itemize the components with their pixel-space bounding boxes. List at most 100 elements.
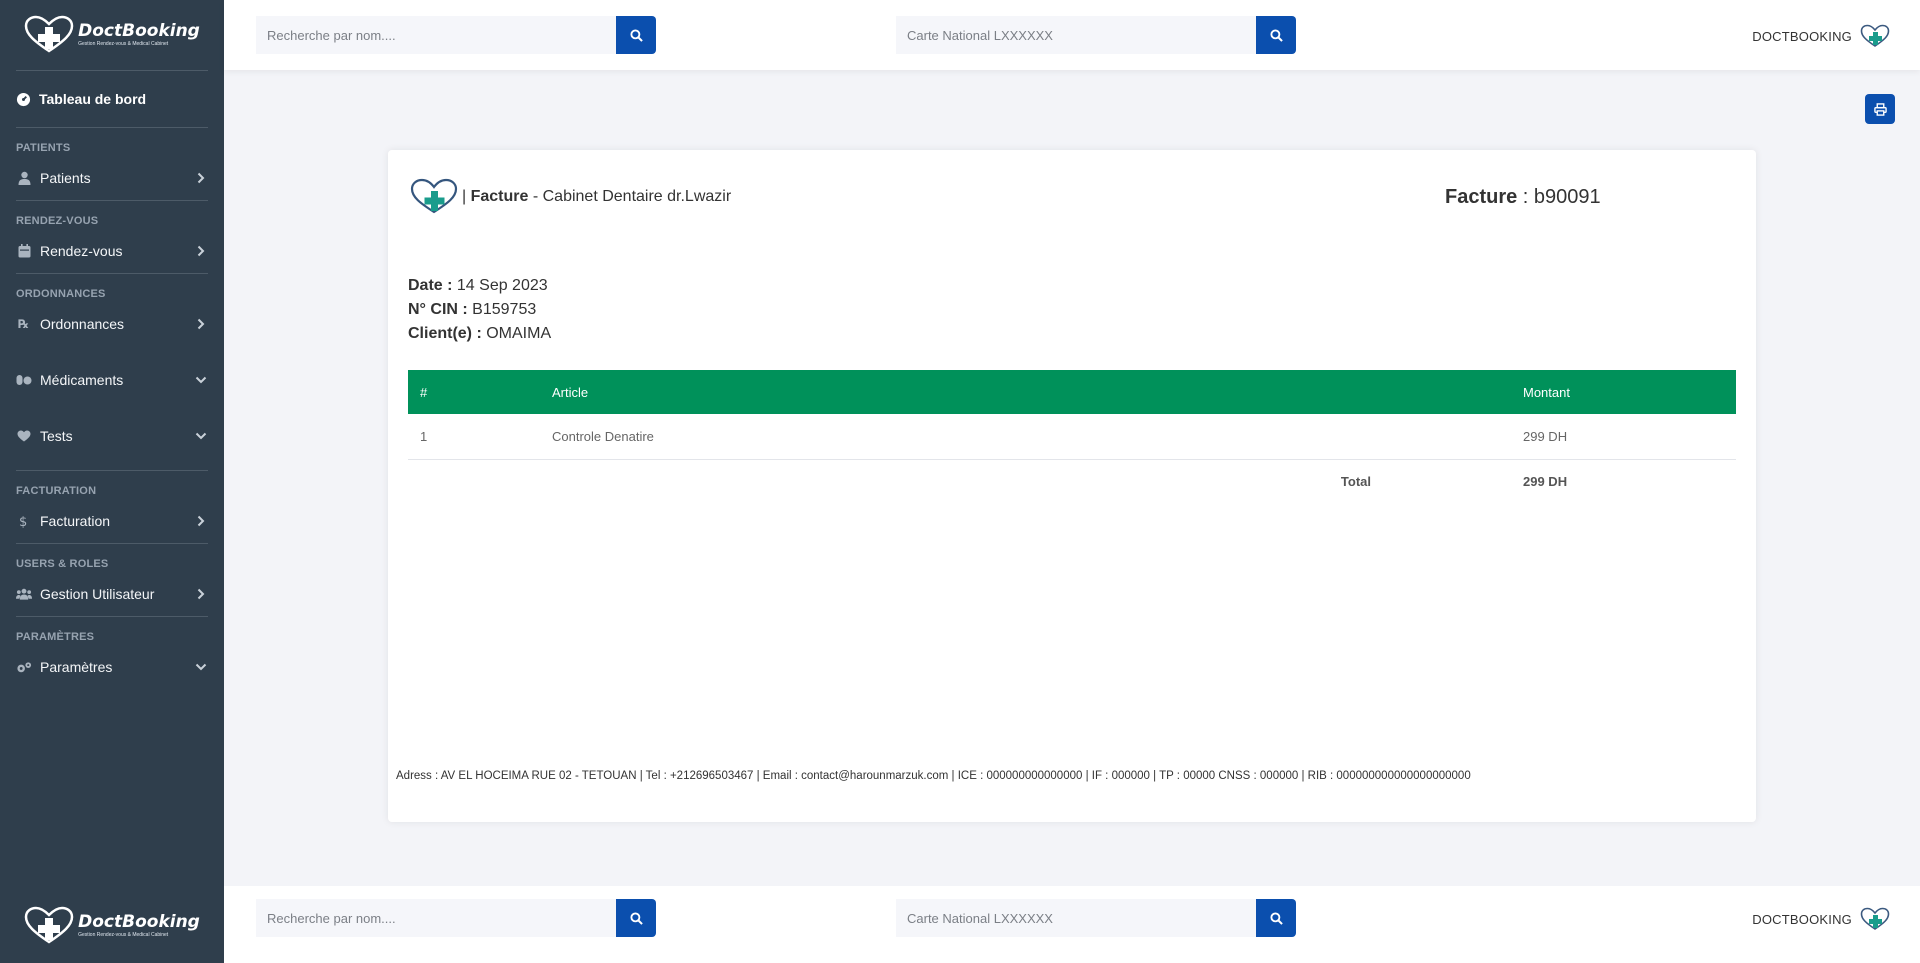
table-row: 1 Controle Denatire 299 DH [408, 414, 1736, 460]
chevron-right-icon [194, 587, 208, 601]
table-header-row: # Article Montant [408, 370, 1736, 414]
search-by-name [256, 16, 656, 54]
chevron-right-icon [194, 317, 208, 331]
calendar-icon [16, 244, 32, 258]
logo-text: DoctBooking [78, 21, 200, 41]
invoice-number: Facture : b90091 [1445, 186, 1601, 209]
search-cin-button[interactable] [1256, 16, 1296, 54]
col-header-num: # [408, 370, 540, 414]
gauge-icon [16, 92, 31, 106]
invoice-client-label: Client(e) : [408, 325, 482, 342]
sidebar-item-tests[interactable]: Tests [0, 414, 224, 458]
sidebar-item-label: Rendez-vous [40, 243, 123, 259]
sidebar-logo[interactable]: DoctBooking Gestion Rendez-vous & Medica… [0, 888, 224, 963]
sidebar-logo[interactable]: DoctBooking Gestion Rendez-vous & Medica… [0, 0, 224, 70]
pills-icon [16, 374, 32, 386]
heart-icon [16, 430, 32, 442]
invoice-cin: N° CIN : B159753 [408, 298, 551, 322]
search-name-button[interactable] [616, 16, 656, 54]
svg-text:℞: ℞ [18, 317, 29, 331]
sidebar-item-label: Gestion Utilisateur [40, 586, 155, 602]
sidebar-section-title: ORDONNANCES [16, 288, 106, 300]
invoice-date: Date : 14 Sep 2023 [408, 274, 551, 298]
brand-name: DOCTBOOKING [1752, 28, 1852, 44]
sidebar-item-label: Ordonnances [40, 316, 125, 332]
heart-plus-icon [1860, 907, 1890, 930]
print-icon [1873, 102, 1887, 116]
invoice-meta: Date : 14 Sep 2023 N° CIN : B159753 Clie… [408, 274, 551, 346]
sidebar-item-label: Tests [40, 428, 73, 444]
invoice-cin-label: N° CIN : [408, 301, 468, 318]
sidebar-item-ordonnances[interactable]: ℞ Ordonnances [0, 302, 224, 346]
search-name-button[interactable] [616, 899, 656, 937]
sidebar-item-medicaments[interactable]: Médicaments [0, 358, 224, 402]
table-total-row: Total 299 DH [408, 459, 1736, 504]
search-cin-button[interactable] [1256, 899, 1296, 937]
print-button[interactable] [1865, 94, 1895, 124]
sidebar-divider [16, 127, 208, 128]
search-cin-input[interactable] [896, 899, 1256, 937]
sidebar-item-dashboard[interactable]: Tableau de bord [0, 71, 224, 127]
total-value: 299 DH [1523, 474, 1568, 490]
cell-article: Controle Denatire [540, 414, 1511, 460]
invoice-number-value: : b90091 [1517, 186, 1601, 208]
brand-name: DOCTBOOKING [1752, 911, 1852, 927]
invoice-date-label: Date : [408, 277, 453, 294]
invoice-footer: Adress : AV EL HOCEIMA RUE 02 - TETOUAN … [396, 770, 1471, 782]
logo-tagline: Gestion Rendez-vous & Medical Cabinet [78, 931, 169, 938]
invoice-number-label: Facture [1445, 186, 1518, 208]
search-icon [629, 28, 643, 42]
dollar-icon: $ [16, 514, 32, 528]
col-header-article: Article [540, 370, 1511, 414]
invoice-card: | Facture - Cabinet Dentaire dr.Lwazir F… [388, 150, 1756, 822]
sidebar: DoctBooking Gestion Rendez-vous & Medica… [0, 0, 224, 963]
search-icon [1269, 911, 1283, 925]
sidebar-section-title: RENDEZ-VOUS [16, 215, 99, 227]
sidebar-section-title: PATIENTS [16, 142, 71, 154]
sidebar-item-label: Tableau de bord [39, 91, 147, 107]
sidebar-item-patients[interactable]: Patients [0, 156, 224, 200]
search-name-input[interactable] [256, 899, 616, 937]
heart-plus-logo-icon [24, 906, 74, 944]
cogs-icon [16, 661, 32, 674]
user-menu[interactable]: DOCTBOOKING [1752, 907, 1890, 931]
sidebar-divider [16, 616, 208, 617]
cell-montant: 299 DH [1511, 414, 1736, 460]
invoice-table: # Article Montant 1 Controle Denatire 29… [408, 370, 1736, 504]
search-by-cin [896, 16, 1296, 54]
sidebar-divider [16, 470, 208, 471]
heart-plus-icon [1860, 24, 1890, 47]
user-menu[interactable]: DOCTBOOKING [1752, 24, 1890, 48]
search-by-cin [896, 899, 1296, 937]
sidebar-item-gestion-utilisateur[interactable]: Gestion Utilisateur [0, 572, 224, 616]
invoice-client: Client(e) : OMAIMA [408, 322, 551, 346]
search-icon [1269, 28, 1283, 42]
sidebar-repeat: DoctBooking Gestion Rendez-vous & Medica… [0, 888, 224, 963]
sidebar-divider [16, 200, 208, 201]
topbar-repeat: DOCTBOOKING [224, 886, 1920, 963]
topbar: DOCTBOOKING [224, 0, 1920, 70]
chevron-down-icon [194, 660, 208, 674]
sidebar-divider [16, 543, 208, 544]
cell-num: 1 [408, 414, 540, 460]
sidebar-item-facturation[interactable]: $ Facturation [0, 499, 224, 543]
search-by-name [256, 899, 656, 937]
sidebar-section-title: PARAMÈTRES [16, 631, 95, 643]
user-icon [16, 171, 32, 185]
search-cin-input[interactable] [896, 16, 1256, 54]
total-label: Total [1340, 474, 1371, 490]
sidebar-divider [16, 273, 208, 274]
invoice-header-separator: | [462, 188, 471, 205]
cell-empty [408, 459, 540, 504]
sidebar-item-parametres[interactable]: Paramètres [0, 645, 224, 689]
chevron-right-icon [194, 171, 208, 185]
invoice-header: | Facture - Cabinet Dentaire dr.Lwazir [410, 178, 731, 216]
sidebar-item-label: Patients [40, 170, 91, 186]
logo-tagline: Gestion Rendez-vous & Medical Cabinet [78, 41, 169, 47]
sidebar-item-rendez-vous[interactable]: Rendez-vous [0, 229, 224, 273]
clinic-name: - Cabinet Dentaire dr.Lwazir [528, 188, 732, 205]
search-name-input[interactable] [256, 16, 616, 54]
invoice-client-value: OMAIMA [481, 325, 552, 342]
svg-text:$: $ [19, 515, 27, 528]
sidebar-section-title: USERS & ROLES [16, 558, 109, 570]
